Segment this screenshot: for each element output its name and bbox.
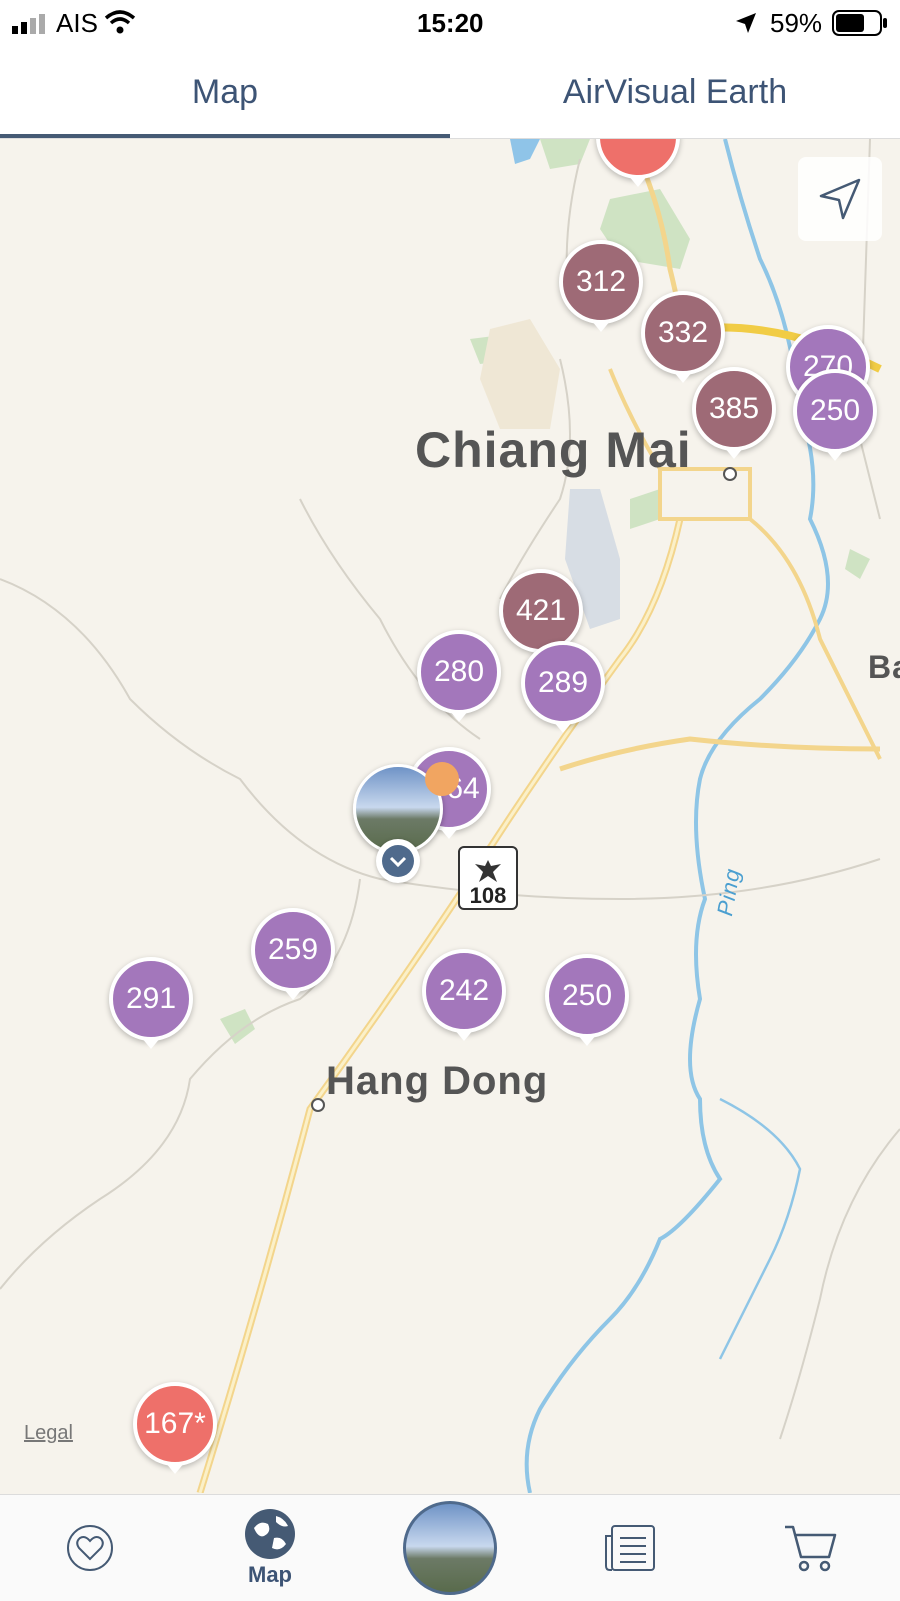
battery-percent: 59% — [770, 8, 823, 38]
clock: 15:20 — [417, 8, 484, 38]
heart-icon — [67, 1525, 113, 1571]
locate-me-button[interactable] — [798, 157, 882, 241]
carrier-name: AIS — [56, 8, 98, 38]
chevron-down-icon — [382, 845, 414, 877]
tab-airvisual-earth[interactable]: AirVisual Earth — [450, 46, 900, 138]
bottom-nav-bar: Map — [0, 1494, 900, 1601]
aqi-marker[interactable]: 167* — [133, 1382, 217, 1466]
globe-icon — [245, 1509, 295, 1559]
city-label-hang-dong: Hang Dong — [326, 1059, 549, 1103]
status-bar: AIS 15:20 59% — [0, 0, 900, 46]
map-view[interactable]: Chiang Mai Hang Dong Ba Ping 108 312 332… — [0, 139, 900, 1493]
aqi-marker[interactable]: 250 — [793, 369, 877, 453]
city-label-ba: Ba — [868, 649, 900, 685]
nav-news[interactable] — [570, 1495, 690, 1601]
profile-photo — [403, 1501, 497, 1595]
aqi-marker[interactable]: 291 — [109, 957, 193, 1041]
nav-favorites[interactable] — [30, 1495, 150, 1601]
legal-link[interactable]: Legal — [24, 1422, 73, 1445]
orange-dot-indicator — [425, 762, 459, 796]
tab-map[interactable]: Map — [0, 46, 450, 138]
aqi-marker[interactable]: 280 — [417, 630, 501, 714]
aqi-marker[interactable]: 332 — [641, 291, 725, 375]
nav-shop[interactable] — [750, 1495, 870, 1601]
battery-icon — [832, 10, 887, 36]
garuda-icon — [475, 860, 501, 882]
aqi-marker[interactable]: 312 — [559, 240, 643, 324]
aqi-marker[interactable]: 289 — [521, 641, 605, 725]
city-label-chiang-mai: Chiang Mai — [415, 422, 692, 478]
aqi-marker[interactable]: 250 — [545, 954, 629, 1038]
wifi-icon — [104, 10, 136, 34]
aqi-marker[interactable]: 242 — [422, 949, 506, 1033]
navigation-arrow-icon — [819, 178, 861, 220]
user-location-pin[interactable] — [376, 839, 420, 883]
nav-map[interactable]: Map — [210, 1495, 330, 1601]
aqi-marker[interactable]: 421 — [499, 569, 583, 653]
signal-icon — [12, 14, 45, 34]
top-tab-bar: Map AirVisual Earth — [0, 46, 900, 139]
location-arrow-icon — [736, 13, 756, 33]
aqi-marker[interactable]: 385 — [692, 367, 776, 451]
news-icon — [605, 1525, 655, 1571]
nav-photo[interactable] — [390, 1495, 510, 1601]
highway-shield: 108 — [458, 846, 518, 910]
aqi-marker[interactable]: 259 — [251, 908, 335, 992]
highway-number: 108 — [469, 883, 507, 908]
cart-icon — [785, 1525, 837, 1572]
nav-map-label: Map — [248, 1562, 292, 1587]
